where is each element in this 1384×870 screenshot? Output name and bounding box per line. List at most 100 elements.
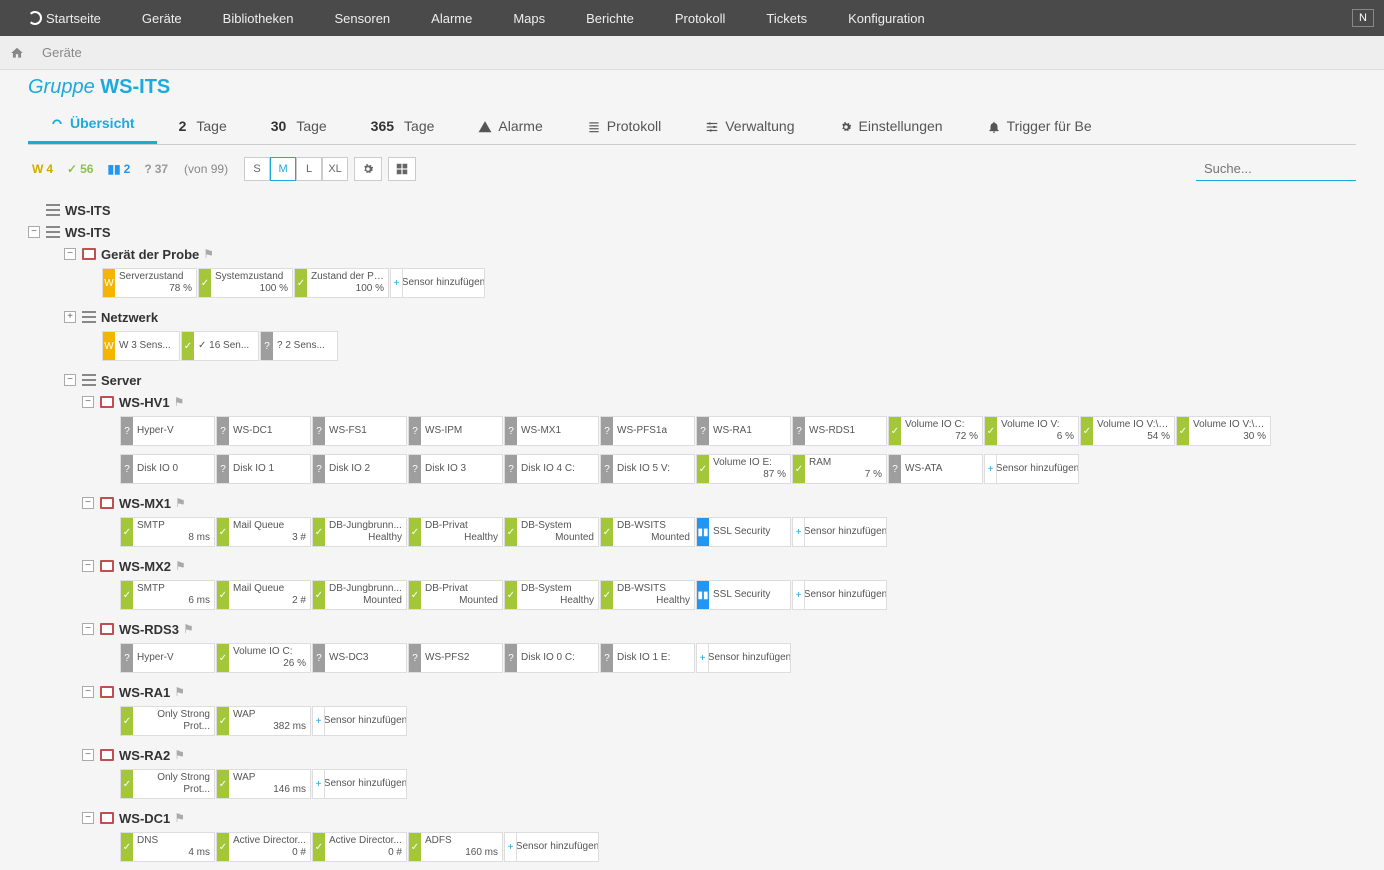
settings-gear-button[interactable]	[354, 157, 382, 181]
sensor-tile[interactable]: ✓SSL SecurityOnly Strong Prot...	[120, 769, 215, 799]
add-sensor-button[interactable]: +Sensor hinzufügen	[312, 706, 407, 736]
sensor-tile[interactable]: ✓RAM7 %	[792, 454, 887, 484]
tree-toggle[interactable]: +	[64, 311, 76, 323]
nav-item[interactable]: Protokoll	[657, 0, 744, 36]
sensor-tile[interactable]: ✓WAP382 ms	[216, 706, 311, 736]
flag-icon[interactable]: ⚑	[175, 559, 186, 573]
sensor-tile[interactable]: ✓WAP146 ms	[216, 769, 311, 799]
sensor-tile[interactable]: ?WS-RA1	[696, 416, 791, 446]
sensor-tile[interactable]: ✓SSL SecurityOnly Strong Prot...	[120, 706, 215, 736]
sensor-tile[interactable]: ?WS-MX1	[504, 416, 599, 446]
sensor-tile[interactable]: ?Disk IO 3	[408, 454, 503, 484]
tab-trigger für be[interactable]: Trigger für Be	[965, 108, 1114, 144]
tree-toggle[interactable]: −	[82, 749, 94, 761]
sensor-tile[interactable]: ✓Volume IO V:\S...30 %	[1176, 416, 1271, 446]
nav-item[interactable]: Tickets	[748, 0, 825, 36]
sensor-tile[interactable]: ?WS-PFS2	[408, 643, 503, 673]
sensor-tile[interactable]: ✓ADFS160 ms	[408, 832, 503, 862]
status-warn-count[interactable]: W 4	[28, 160, 57, 178]
breadcrumb-item[interactable]: Geräte	[34, 45, 90, 60]
sensor-tile[interactable]: ?WS-DC3	[312, 643, 407, 673]
sensor-tile[interactable]: ?Disk IO 0 C:	[504, 643, 599, 673]
nav-item[interactable]: Maps	[495, 0, 563, 36]
sensor-tile[interactable]: ?WS-FS1	[312, 416, 407, 446]
size-l-button[interactable]: L	[296, 157, 322, 181]
sensor-tile[interactable]: ?WS-RDS1	[792, 416, 887, 446]
tree-label[interactable]: WS-MX1	[119, 496, 171, 511]
flag-icon[interactable]: ⚑	[175, 496, 186, 510]
nav-item[interactable]: Alarme	[413, 0, 490, 36]
tree-label[interactable]: WS-RA2	[119, 748, 170, 763]
sensor-tile[interactable]: ✓DB-SystemHealthy	[504, 580, 599, 610]
flag-icon[interactable]: ⚑	[174, 395, 185, 409]
tab-übersicht[interactable]: Übersicht	[28, 105, 157, 144]
tree-label[interactable]: WS-MX2	[119, 559, 171, 574]
tab-tage[interactable]: 365Tage	[349, 108, 457, 144]
tree-label[interactable]: WS-RDS3	[119, 622, 179, 637]
tree-label[interactable]: WS-ITS	[65, 203, 111, 218]
sensor-tile[interactable]: ?Hyper-V	[120, 416, 215, 446]
nav-item[interactable]: Sensoren	[317, 0, 409, 36]
flag-icon[interactable]: ⚑	[174, 811, 185, 825]
tree-toggle[interactable]: −	[82, 686, 94, 698]
add-sensor-button[interactable]: +Sensor hinzufügen	[312, 769, 407, 799]
sensor-tile[interactable]: ?Disk IO 1 E:	[600, 643, 695, 673]
sensor-tile[interactable]: ✓Volume IO V:\S...54 %	[1080, 416, 1175, 446]
tree-label[interactable]: WS-HV1	[119, 395, 170, 410]
grid-view-button[interactable]	[388, 157, 416, 181]
sensor-tile[interactable]: WServerzustand78 %	[102, 268, 197, 298]
status-ok-count[interactable]: ✓ 56	[63, 160, 97, 178]
sensor-tile[interactable]: ✓Volume IO C:26 %	[216, 643, 311, 673]
status-pause-count[interactable]: ▮▮ 2	[103, 160, 134, 178]
sensor-tile[interactable]: ▮▮SSL Security	[696, 517, 791, 547]
tree-toggle[interactable]: −	[82, 623, 94, 635]
tab-protokoll[interactable]: Protokoll	[565, 108, 683, 144]
size-m-button[interactable]: M	[270, 157, 296, 181]
sensor-tile[interactable]: ✓SMTP6 ms	[120, 580, 215, 610]
tree-toggle[interactable]: −	[82, 497, 94, 509]
nav-item[interactable]: Berichte	[568, 0, 652, 36]
tree-label[interactable]: WS-DC1	[119, 811, 170, 826]
sensor-tile[interactable]: ✓DB-PrivatHealthy	[408, 517, 503, 547]
sensor-tile[interactable]: ✓DB-SystemMounted	[504, 517, 599, 547]
sensor-tile[interactable]: ✓SMTP8 ms	[120, 517, 215, 547]
tab-alarme[interactable]: Alarme	[456, 108, 564, 144]
flag-icon[interactable]: ⚑	[174, 748, 185, 762]
sensor-tile[interactable]: ?WS-IPM	[408, 416, 503, 446]
sensor-tile[interactable]: ✓Volume IO C:72 %	[888, 416, 983, 446]
sensor-tile[interactable]: ?Disk IO 2	[312, 454, 407, 484]
sensor-tile[interactable]: ✓Volume IO E:87 %	[696, 454, 791, 484]
sensor-tile[interactable]: ✓DB-Jungbrunn...Mounted	[312, 580, 407, 610]
tree-label[interactable]: Gerät der Probe	[101, 247, 199, 262]
sensor-tile[interactable]: ✓DB-WSITSMounted	[600, 517, 695, 547]
sensor-tile[interactable]: ?Disk IO 4 C:	[504, 454, 599, 484]
tree-toggle[interactable]: −	[82, 560, 94, 572]
sensor-tile[interactable]: ✓✓ 16 Sen...	[181, 331, 259, 361]
tree-toggle[interactable]: −	[64, 374, 76, 386]
nav-right-button[interactable]: N	[1352, 9, 1374, 27]
tab-verwaltung[interactable]: Verwaltung	[683, 108, 816, 144]
sensor-tile[interactable]: ✓DB-Jungbrunn...Healthy	[312, 517, 407, 547]
sensor-tile[interactable]: ✓Active Director...0 #	[312, 832, 407, 862]
flag-icon[interactable]: ⚑	[203, 247, 214, 261]
sensor-tile[interactable]: ?WS-ATA	[888, 454, 983, 484]
tree-toggle[interactable]: −	[64, 248, 76, 260]
sensor-tile[interactable]: ?Disk IO 1	[216, 454, 311, 484]
sensor-tile[interactable]: WW 3 Sens...	[102, 331, 180, 361]
search-input[interactable]	[1196, 157, 1356, 181]
sensor-tile[interactable]: ?WS-PFS1a	[600, 416, 695, 446]
size-s-button[interactable]: S	[244, 157, 270, 181]
sensor-tile[interactable]: ✓DNS4 ms	[120, 832, 215, 862]
sensor-tile[interactable]: ✓Mail Queue3 #	[216, 517, 311, 547]
sensor-tile[interactable]: ?? 2 Sens...	[260, 331, 338, 361]
sensor-tile[interactable]: ?Hyper-V	[120, 643, 215, 673]
sensor-tile[interactable]: ✓Zustand der Pr...100 %	[294, 268, 389, 298]
add-sensor-button[interactable]: +Sensor hinzufügen	[504, 832, 599, 862]
tree-toggle[interactable]: −	[28, 226, 40, 238]
nav-item[interactable]: Startseite	[10, 0, 119, 36]
tree-label[interactable]: Netzwerk	[101, 310, 158, 325]
tree-toggle[interactable]: −	[82, 396, 94, 408]
sensor-tile[interactable]: ?Disk IO 5 V:	[600, 454, 695, 484]
sensor-tile[interactable]: ✓Active Director...0 #	[216, 832, 311, 862]
size-xl-button[interactable]: XL	[322, 157, 348, 181]
